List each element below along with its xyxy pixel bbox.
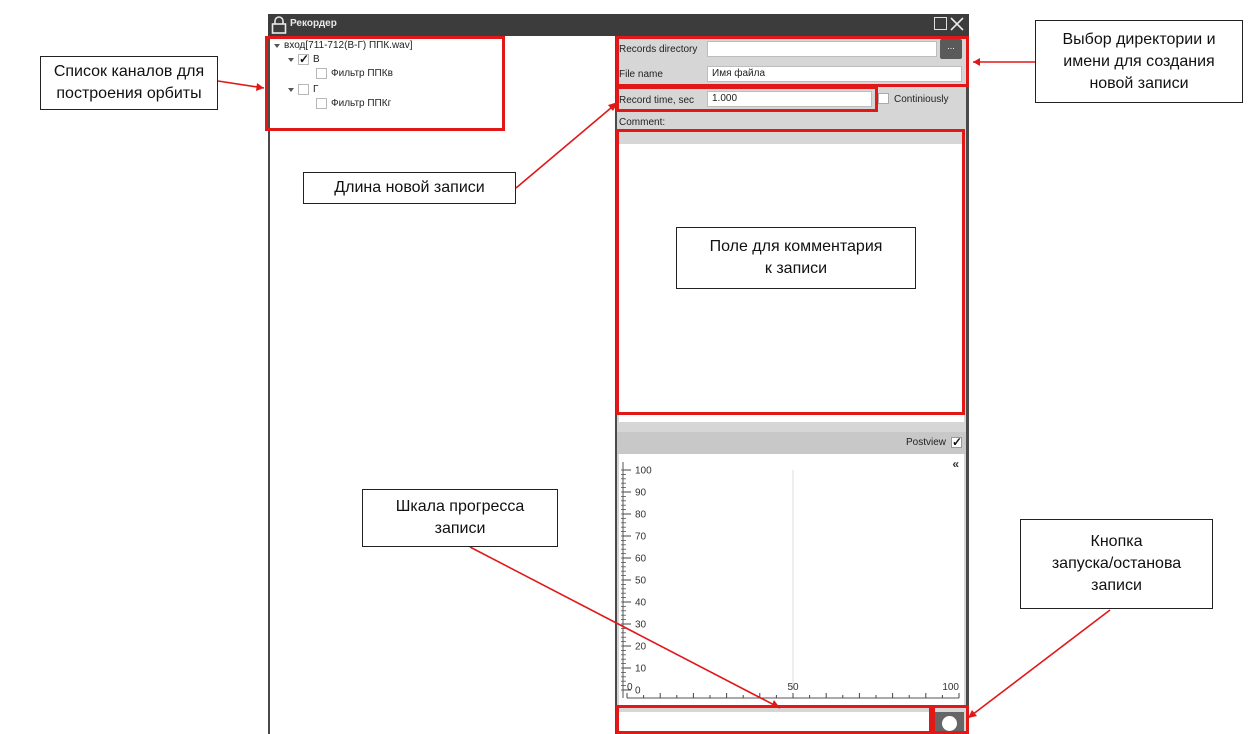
y-tick-label: 0 [635,686,641,697]
highlight-record-time [616,86,878,112]
postview-bar: Postview [617,432,966,454]
y-tick-label: 100 [635,466,652,477]
callout-channel-list: Список каналов для построения орбиты [40,56,218,110]
y-tick-label: 60 [635,554,647,565]
postview-plot[interactable]: 100 90 80 70 60 50 40 30 20 10 0 0 50 100 « [619,454,964,708]
highlight-directory-fields [616,36,969,87]
channel-tree-pane: вход[711-712(В-Г) ППК.wav] В Фильтр ППКв… [270,36,615,734]
y-tick-label: 50 [635,576,647,587]
postview-checkbox[interactable] [951,435,962,449]
highlight-channel-list [265,36,505,131]
y-tick-label: 40 [635,598,647,609]
callout-directory-name: Выбор директории и имени для создания но… [1035,20,1243,103]
x-tick-label: 100 [942,682,959,693]
y-tick-label: 10 [635,664,647,675]
y-tick-label: 30 [635,620,647,631]
callout-progress-bar: Шкала прогресса записи [362,489,558,547]
y-tick-label: 70 [635,532,647,543]
highlight-record-button [932,705,969,734]
callout-directory-name-text: Выбор директории и имени для создания но… [1062,30,1216,92]
callout-channel-list-text: Список каналов для построения орбиты [53,63,205,102]
postview-label: Postview [905,437,946,448]
window-title: Рекордер [290,18,337,29]
continuously-label: Continiously [894,94,949,105]
callout-record-length-text: Длина новой записи [334,179,485,196]
y-tick-label: 80 [635,510,647,521]
x-tick-label: 50 [787,682,799,693]
x-tick-label: 0 [627,682,633,693]
title-bar[interactable]: Рекордер [268,14,969,36]
highlight-progress-bar [616,705,932,734]
collapse-icon: « [952,457,959,471]
callout-record-button: Кнопка запуска/останова записи [1020,519,1213,609]
plot-svg: 10090807060504030201000 50 100« [621,457,960,699]
y-tick-label: 20 [635,642,647,653]
close-icon[interactable] [949,16,965,32]
callout-comment-field-text: Поле для комментария к записи [709,238,883,277]
callout-record-button-text: Кнопка запуска/останова записи [1051,533,1182,594]
maximize-button[interactable] [934,17,947,30]
callout-comment-field: Поле для комментария к записи [676,227,916,289]
y-tick-label: 90 [635,488,647,499]
callout-record-length: Длина новой записи [303,172,516,204]
comment-label: Comment: [619,117,666,128]
continuously-checkbox[interactable] [878,93,889,104]
callout-progress-bar-text: Шкала прогресса записи [395,498,525,537]
lock-icon [271,16,287,34]
